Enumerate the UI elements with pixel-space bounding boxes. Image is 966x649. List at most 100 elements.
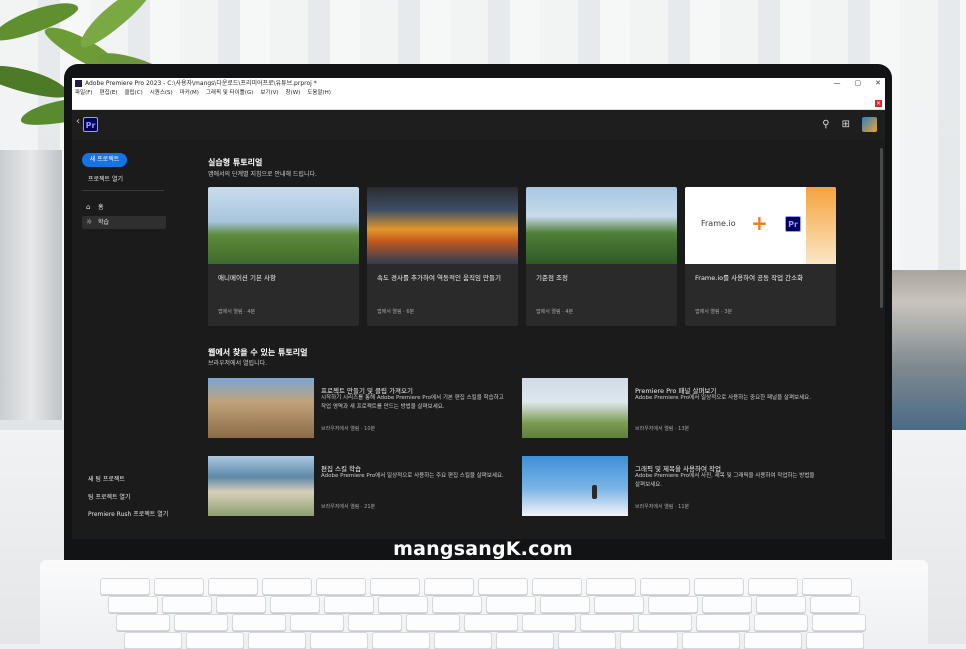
keyboard-key — [682, 632, 740, 649]
keyboard-key — [370, 578, 420, 595]
card-title: 애니메이션 기본 사항 — [218, 274, 276, 282]
notice-close-icon[interactable]: × — [875, 100, 882, 107]
row-meta: 브라우저에서 열림 · 13분 — [635, 426, 690, 432]
row-meta: 브라우저에서 열림 · 11분 — [635, 504, 690, 510]
menu-item[interactable]: 그래픽 및 타이틀(G) — [206, 89, 253, 98]
keyboard-key — [100, 578, 150, 595]
lightbulb-icon: ☼ — [86, 218, 93, 226]
keyboard-key — [640, 578, 690, 595]
keyboard-key — [154, 578, 204, 595]
tutorial-card[interactable]: 속도 경사를 추가하여 역동적인 움직임 만들기 앱에서 열림 · 6분 — [367, 187, 518, 326]
app-icon — [75, 80, 82, 87]
new-team-project-link[interactable]: 새 팀 프로젝트 — [88, 474, 125, 483]
card-thumbnail — [208, 187, 359, 264]
card-meta: 앱에서 열림 · 4분 — [218, 309, 256, 315]
tutorial-card[interactable]: 애니메이션 기본 사항 앱에서 열림 · 4분 — [208, 187, 359, 326]
plant-pot — [0, 150, 62, 420]
sidebar-item-home[interactable]: ⌂ 홈 — [82, 201, 166, 214]
menu-item[interactable]: 편집(E) — [100, 89, 118, 98]
keyboard-key — [594, 596, 644, 613]
sidebar-item-label: 학습 — [98, 219, 110, 226]
keyboard-key — [638, 614, 692, 631]
open-rush-project-link[interactable]: Premiere Rush 프로젝트 열기 — [88, 509, 168, 518]
open-project-link[interactable]: 프로젝트 열기 — [88, 174, 123, 183]
keyboard-key — [806, 632, 864, 649]
row-description: Adobe Premiere Pro에서 사진, 제목 및 그래픽을 사용하여 … — [635, 473, 815, 488]
keyboard-key — [748, 578, 798, 595]
keyboard-key — [522, 614, 576, 631]
sidebar-item-learn[interactable]: ☼ 학습 — [82, 216, 166, 229]
keyboard-key — [310, 632, 368, 649]
close-button[interactable]: ✕ — [875, 78, 881, 89]
keyboard-key — [348, 614, 402, 631]
row-description: Adobe Premiere Pro에서 일상적으로 사용하는 중요한 패널을 … — [635, 395, 811, 401]
keyboard-key — [232, 614, 286, 631]
keyboard-key — [478, 578, 528, 595]
hands-on-subtitle: 앱에서의 단계별 지침으로 안내해 드립니다. — [208, 171, 317, 178]
card-title: 속도 경사를 추가하여 역동적인 움직임 만들기 — [377, 274, 501, 282]
premiere-logo: Pr — [785, 216, 801, 232]
minimize-button[interactable]: — — [834, 78, 841, 89]
gift-icon[interactable]: ⊞ — [842, 117, 850, 132]
keyboard-key — [754, 614, 808, 631]
menu-item[interactable]: 창(W) — [286, 89, 301, 98]
books-stack — [890, 270, 966, 430]
window-title: Adobe Premiere Pro 2023 - C:\사용자\mangs\다… — [85, 80, 317, 87]
web-tutorials-title: 웹에서 찾을 수 있는 튜토리얼 — [208, 348, 308, 357]
frameio-logo: Frame.io — [701, 219, 736, 228]
web-tutorial-row[interactable]: 그래픽 및 제목을 사용하여 작업 Adobe Premiere Pro에서 사… — [522, 456, 822, 518]
orange-decoration — [806, 187, 836, 264]
keyboard-key — [316, 578, 366, 595]
keyboard-key — [586, 578, 636, 595]
maximize-button[interactable]: ▢ — [855, 78, 862, 89]
keyboard-key — [580, 614, 634, 631]
keyboard-key — [248, 632, 306, 649]
keyboard-key — [648, 596, 698, 613]
open-team-project-link[interactable]: 팀 프로젝트 열기 — [88, 492, 130, 501]
menu-item[interactable]: 도움말(H) — [307, 89, 331, 98]
menu-item[interactable]: 클립(C) — [124, 89, 142, 98]
keyboard-key — [186, 632, 244, 649]
app-header: ‹ Pr ⚲ ⊞ — [72, 110, 885, 140]
search-icon[interactable]: ⚲ — [822, 117, 829, 132]
keyboard-key — [124, 632, 182, 649]
web-tutorial-row[interactable]: 프로젝트 만들기 및 클립 가져오기 시작하기 시리즈를 통해 Adobe Pr… — [208, 378, 508, 440]
web-tutorial-row[interactable]: Premiere Pro 패널 살펴보기 Adobe Premiere Pro에… — [522, 378, 822, 440]
card-title: 기준점 조정 — [536, 274, 568, 282]
menu-item[interactable]: 보기(V) — [260, 89, 278, 98]
menu-bar: 파일(F) 편집(E) 클립(C) 시퀀스(S) 마커(M) 그래픽 및 타이틀(G) 보기… — [72, 89, 885, 98]
keyboard-key — [496, 632, 554, 649]
card-meta: 앱에서 열림 · 3분 — [695, 309, 733, 315]
keyboard-key — [696, 614, 750, 631]
keyboard-key — [324, 596, 374, 613]
keyboard-key — [174, 614, 228, 631]
row-meta: 브라우저에서 열림 · 10분 — [321, 426, 376, 432]
keyboard-key — [432, 596, 482, 613]
keyboard-key — [486, 596, 536, 613]
scrollbar[interactable] — [880, 148, 883, 308]
tutorial-card[interactable]: Frame.io + Pr Frame.io를 사용하여 공동 작업 간소화 앱… — [685, 187, 836, 326]
plus-icon: + — [751, 211, 768, 235]
keyboard-key — [270, 596, 320, 613]
new-project-button[interactable]: 새 프로젝트 — [82, 153, 127, 167]
card-thumbnail: Frame.io + Pr — [685, 187, 836, 264]
avatar[interactable] — [862, 117, 877, 132]
tutorial-card[interactable]: 기준점 조정 앱에서 열림 · 4분 — [526, 187, 677, 326]
laptop-keyboard-deck — [40, 560, 928, 649]
menu-item[interactable]: 마커(M) — [180, 89, 199, 98]
row-thumbnail — [522, 456, 628, 516]
row-description: Adobe Premiere Pro에서 일상적으로 사용하는 주요 편집 스킬… — [321, 473, 504, 479]
premiere-logo: Pr — [83, 117, 98, 132]
learn-content: 실습형 튜토리얼 앱에서의 단계별 지침으로 안내해 드립니다. 애니메이션 기… — [208, 140, 878, 539]
sidebar-item-label: 홈 — [98, 204, 104, 211]
keyboard-key — [372, 632, 430, 649]
person-figure — [592, 485, 597, 499]
keyboard-key — [162, 596, 212, 613]
back-arrow-icon[interactable]: ‹ — [76, 116, 80, 127]
menu-item[interactable]: 시퀀스(S) — [150, 89, 173, 98]
web-tutorial-row[interactable]: 편집 스킬 학습 Adobe Premiere Pro에서 일상적으로 사용하는… — [208, 456, 508, 518]
card-meta: 앱에서 열림 · 4분 — [536, 309, 574, 315]
menu-item[interactable]: 파일(F) — [75, 89, 93, 98]
keyboard-key — [702, 596, 752, 613]
keyboard-key — [694, 578, 744, 595]
